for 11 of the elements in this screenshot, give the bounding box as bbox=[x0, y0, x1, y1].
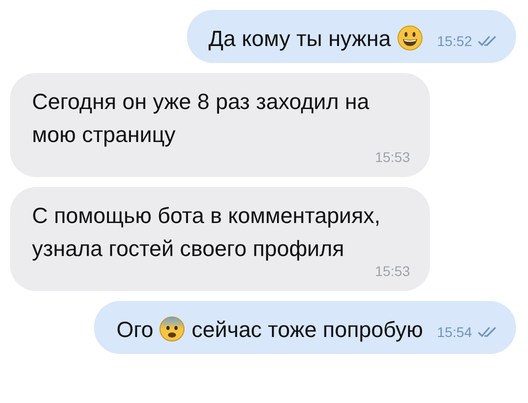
message-text: сейчас тоже попробую bbox=[190, 317, 423, 342]
message-text: С помощью бота в комментариях, узнала гостей своего профиля bbox=[32, 203, 382, 261]
message-time: 15:53 bbox=[374, 262, 410, 281]
message-text: Ого bbox=[116, 317, 154, 342]
fearful-face-icon bbox=[159, 316, 186, 342]
message-text: Да кому ты нужна bbox=[208, 26, 392, 51]
grinning-face-icon bbox=[396, 25, 423, 51]
message-time: 15:52 bbox=[436, 32, 472, 50]
message-time: 15:54 bbox=[436, 322, 472, 342]
message-text: Сегодня он уже 8 раз заходил на мою страницу bbox=[32, 89, 370, 147]
message-time: 15:53 bbox=[374, 148, 410, 167]
